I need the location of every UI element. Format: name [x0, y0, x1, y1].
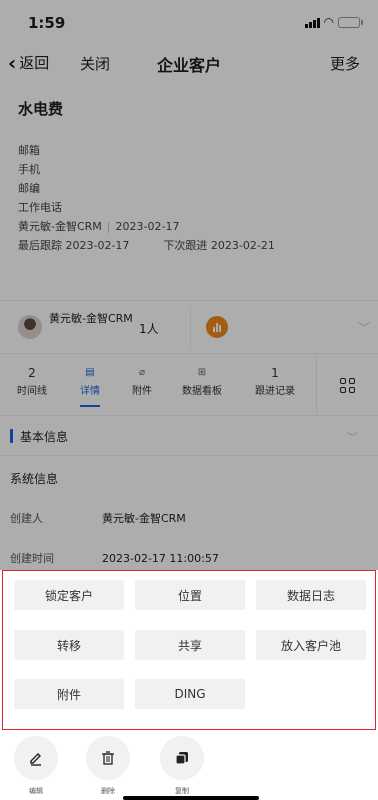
share-button[interactable]: 共享: [135, 630, 245, 660]
edit-label: 编辑: [29, 787, 43, 795]
action-sheet: 锁定客户 位置 数据日志 转移 共享 放入客户池 附件 DING 编辑 删除 复…: [0, 570, 378, 800]
attachment-button[interactable]: 附件: [14, 679, 124, 709]
lock-customer-button[interactable]: 锁定客户: [14, 580, 124, 610]
home-indicator: [123, 796, 259, 800]
move-to-pool-button[interactable]: 放入客户池: [256, 630, 366, 660]
transfer-button[interactable]: 转移: [14, 630, 124, 660]
copy-label: 复制: [175, 787, 189, 795]
edit-icon: [30, 753, 41, 766]
edit-button[interactable]: [14, 736, 58, 780]
dim-overlay[interactable]: [0, 0, 378, 570]
delete-label: 删除: [101, 787, 115, 795]
bottom-actions: 编辑 删除 复制: [0, 732, 378, 800]
ding-button[interactable]: DING: [135, 679, 245, 709]
action-grid: 锁定客户 位置 数据日志 转移 共享 放入客户池 附件 DING: [2, 570, 376, 730]
trash-icon: [102, 751, 114, 765]
data-log-button[interactable]: 数据日志: [256, 580, 366, 610]
copy-icon: [175, 752, 188, 765]
delete-button[interactable]: [86, 736, 130, 780]
copy-button[interactable]: [160, 736, 204, 780]
location-button[interactable]: 位置: [135, 580, 245, 610]
